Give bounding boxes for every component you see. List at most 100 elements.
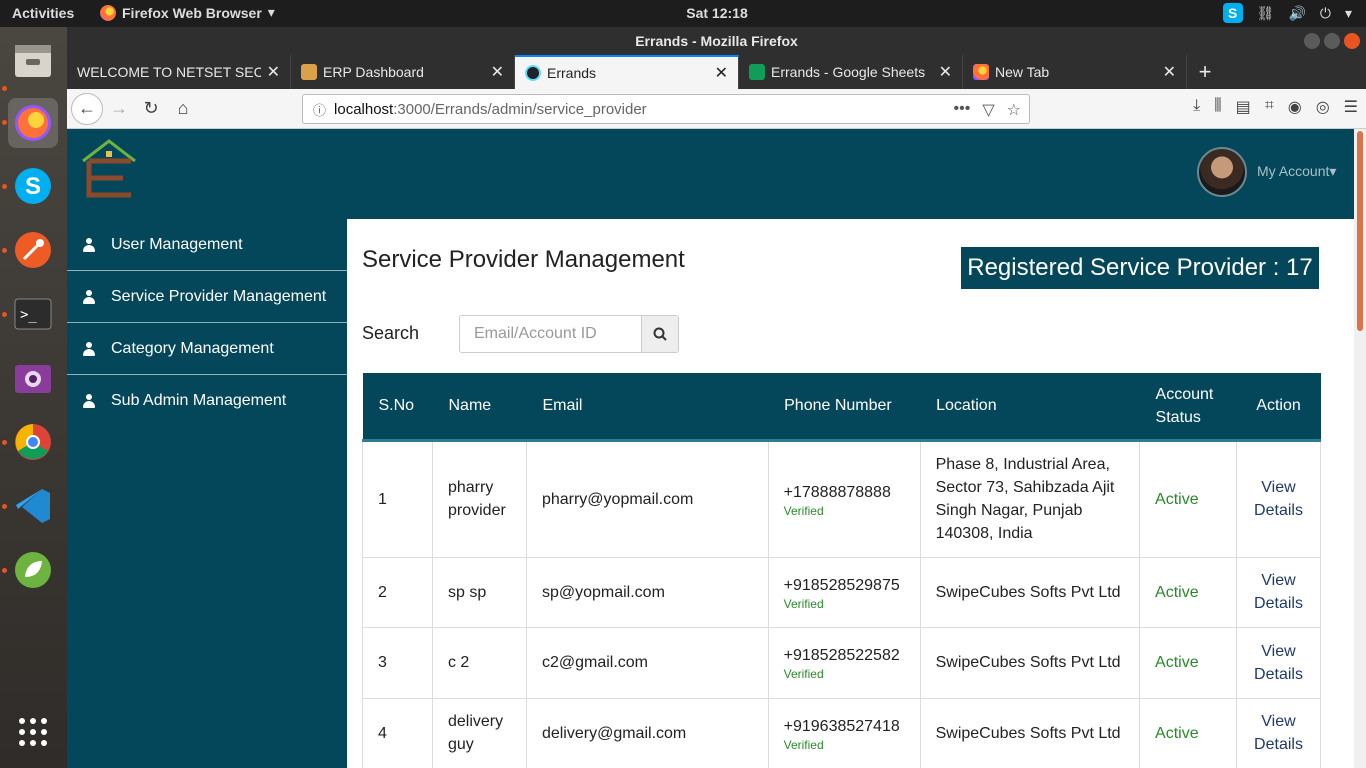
downloads-icon[interactable]: ⤓ <box>1193 97 1200 117</box>
close-icon[interactable]: ✕ <box>1163 62 1176 82</box>
scrollbar-thumb[interactable] <box>1357 131 1363 331</box>
tab-new-tab[interactable]: New Tab ✕ <box>963 55 1187 89</box>
chrome-icon[interactable] <box>8 417 58 467</box>
running-indicator <box>2 568 7 573</box>
cell-location: SwipeCubes Softs Pvt Ltd <box>919 697 1141 768</box>
sidebar-item-category-management[interactable]: Category Management <box>67 323 347 375</box>
pocket-icon[interactable]: ▽ <box>982 100 994 120</box>
column-header[interactable]: Location <box>920 373 1140 442</box>
column-header[interactable]: Action <box>1236 373 1321 442</box>
cell-sno: 1 <box>362 439 433 558</box>
my-account-dropdown[interactable]: My Account▾ <box>1257 163 1336 180</box>
url-bar[interactable]: ⓘ localhost:3000/Errands/admin/service_p… <box>302 94 1030 124</box>
cell-location: Phase 8, Industrial Area, Sector 73, Sah… <box>919 439 1141 558</box>
close-icon[interactable]: ✕ <box>939 62 952 82</box>
window-title: Errands - Mozilla Firefox <box>635 33 798 49</box>
terminal-icon[interactable]: >_ <box>8 289 58 339</box>
postman-icon[interactable] <box>8 225 58 275</box>
reload-button[interactable]: ↻ <box>135 93 167 125</box>
url-path: :3000/Errands/admin/service_provider <box>393 100 647 118</box>
window-title-bar[interactable]: Errands - Mozilla Firefox <box>67 27 1366 55</box>
sidebar-item-user-management[interactable]: User Management <box>67 219 347 271</box>
system-tray[interactable]: S ⛓ 🔊 ⏻ ▾ <box>1222 3 1352 23</box>
errands-logo-icon[interactable] <box>79 137 139 199</box>
column-header[interactable]: Phone Number <box>768 373 921 442</box>
page-scrollbar[interactable] <box>1354 129 1366 768</box>
forward-button[interactable]: → <box>103 93 135 125</box>
system-top-bar: Activities Firefox Web Browser ▾ Sat 12:… <box>0 0 1366 27</box>
column-header[interactable]: S.No <box>362 373 433 442</box>
cell-sno: 2 <box>362 556 433 628</box>
color-extension-icon[interactable]: ◉ <box>1288 97 1302 117</box>
table-row: 3 c 2 c2@gmail.com +918528522582 Verified… <box>362 626 1321 699</box>
spring-icon[interactable] <box>8 545 58 595</box>
close-icon[interactable]: ✕ <box>267 62 280 82</box>
library-icon[interactable]: ⫼ <box>1214 97 1221 117</box>
cell-name: sp sp <box>431 556 527 628</box>
column-header[interactable]: Email <box>526 373 769 442</box>
cell-phone: +918528529875 Verified <box>767 556 921 628</box>
cell-action: View Details <box>1236 556 1321 628</box>
phone-number: +17888878888 <box>783 483 891 501</box>
bookmark-star-icon[interactable]: ☆ <box>1007 100 1021 120</box>
clock[interactable]: Sat 12:18 <box>0 5 1366 21</box>
avatar[interactable] <box>1197 147 1247 197</box>
home-button[interactable]: ⌂ <box>167 93 199 125</box>
close-icon[interactable]: ✕ <box>715 63 728 83</box>
cell-name: c 2 <box>431 626 527 699</box>
close-icon[interactable]: ✕ <box>491 62 504 82</box>
tab-label: WELCOME TO NETSET SECU <box>77 64 261 80</box>
column-header[interactable]: Name <box>432 373 527 442</box>
status-badge: Active <box>1139 697 1237 768</box>
view-details-link[interactable]: View Details <box>1252 476 1305 522</box>
tab-errands[interactable]: Errands ✕ <box>515 55 739 89</box>
show-applications-icon[interactable] <box>8 707 58 757</box>
view-details-link[interactable]: View Details <box>1252 569 1305 615</box>
verified-label: Verified <box>783 737 824 752</box>
back-button[interactable]: ← <box>71 92 103 125</box>
search-button[interactable] <box>641 316 678 352</box>
close-window-button[interactable] <box>1344 33 1360 49</box>
screenshot-icon[interactable]: ⌗ <box>1265 97 1274 117</box>
skype-tray-icon[interactable]: S <box>1222 3 1243 23</box>
video-player-icon[interactable] <box>8 353 58 403</box>
tab-erp-dashboard[interactable]: ERP Dashboard ✕ <box>291 55 515 89</box>
my-account-label: My Account <box>1257 163 1330 179</box>
sidebar-item-service-provider-management[interactable]: Service Provider Management <box>67 271 347 323</box>
react-favicon-icon <box>525 65 541 81</box>
power-icon[interactable]: ⏻ <box>1320 5 1331 22</box>
network-icon[interactable]: ⛓ <box>1257 5 1275 22</box>
search-input[interactable] <box>460 316 641 352</box>
view-details-link[interactable]: View Details <box>1252 640 1305 686</box>
new-tab-button[interactable]: + <box>1187 55 1223 89</box>
chevron-down-icon[interactable]: ▾ <box>1345 5 1352 22</box>
cell-sno: 4 <box>362 697 433 768</box>
cell-phone: +17888878888 Verified <box>767 439 921 558</box>
tab-netset[interactable]: WELCOME TO NETSET SECU ✕ <box>67 55 291 89</box>
volume-icon[interactable]: 🔊 <box>1288 5 1305 22</box>
firefox-icon <box>973 64 989 80</box>
sidebar-item-sub-admin-management[interactable]: Sub Admin Management <box>67 375 347 427</box>
maximize-button[interactable] <box>1324 33 1340 49</box>
tab-label: New Tab <box>995 64 1050 80</box>
vscode-icon[interactable] <box>8 481 58 531</box>
account-icon[interactable]: ◎ <box>1316 97 1330 117</box>
skype-icon[interactable]: S <box>8 161 58 211</box>
tab-label: Errands <box>547 65 597 81</box>
files-icon[interactable] <box>8 35 58 85</box>
firefox-icon[interactable] <box>8 98 58 148</box>
phone-number: +919638527418 <box>783 717 900 735</box>
info-icon[interactable]: ⓘ <box>313 100 326 119</box>
hamburger-menu-icon[interactable]: ☰ <box>1344 97 1358 117</box>
view-details-link[interactable]: View Details <box>1252 710 1305 756</box>
sidebar-toggle-icon[interactable]: ▤ <box>1236 97 1251 117</box>
column-header[interactable]: Account Status <box>1139 373 1237 442</box>
page-actions-icon[interactable]: ••• <box>954 100 971 120</box>
tab-google-sheets[interactable]: Errands - Google Sheets ✕ <box>739 55 963 89</box>
dock: S >_ <box>0 27 67 768</box>
tab-label: Errands - Google Sheets <box>771 64 926 80</box>
status-badge: Active <box>1139 626 1237 699</box>
minimize-button[interactable] <box>1304 33 1320 49</box>
table-row: 1 pharry provider pharry@yopmail.com +17… <box>362 439 1321 558</box>
sidebar: User Management Service Provider Managem… <box>67 219 347 768</box>
